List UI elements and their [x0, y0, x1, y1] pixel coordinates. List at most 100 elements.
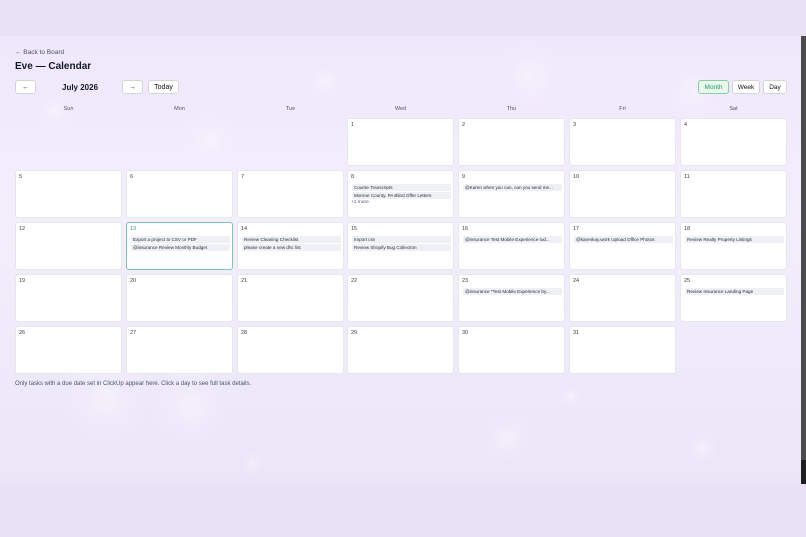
- day-cell[interactable]: 9 @Karen when you can, can you send me...: [458, 170, 565, 218]
- day-cell[interactable]: 23 @insurance *Test Mobile Experience by.…: [458, 274, 565, 322]
- task-chip[interactable]: please create a new dhc list: [242, 244, 341, 251]
- task-chip[interactable]: Review Realty Property Listings: [685, 236, 784, 243]
- day-number: 1: [351, 122, 355, 128]
- day-number: 17: [573, 226, 580, 232]
- weekday-label: Thu: [506, 106, 517, 112]
- day-number: 10: [573, 174, 580, 180]
- day-cell[interactable]: 20: [126, 274, 233, 322]
- day-cell[interactable]: 5: [15, 170, 122, 218]
- next-month-button[interactable]: →: [122, 80, 143, 94]
- month-view-button[interactable]: Month: [698, 80, 729, 94]
- day-cell[interactable]: 16 @insurance Test Mobile Experience tod.…: [458, 222, 565, 270]
- day-number: 23: [462, 278, 469, 284]
- day-number: 13: [130, 226, 137, 232]
- week-view-button[interactable]: Week: [732, 80, 760, 94]
- day-number: 12: [19, 226, 26, 232]
- background-decoration: [560, 386, 582, 408]
- day-cell[interactable]: 28: [237, 326, 344, 374]
- day-number: 21: [241, 278, 248, 284]
- day-cell[interactable]: 3: [569, 118, 676, 166]
- day-number: 11: [684, 174, 690, 180]
- day-cell[interactable]: 2: [458, 118, 565, 166]
- task-chip[interactable]: Course Transcripts: [352, 184, 451, 191]
- day-cell[interactable]: 19: [15, 274, 122, 322]
- day-number: 20: [130, 278, 137, 284]
- day-number: 14: [241, 226, 248, 232]
- day-cell[interactable]: 6: [126, 170, 233, 218]
- day-number: 8: [351, 174, 355, 180]
- day-cell[interactable]: 7: [237, 170, 344, 218]
- day-cell[interactable]: 13 Export a project to CSV or PDF @insuran…: [126, 222, 233, 270]
- task-chip[interactable]: @karenkay.work Upload Office Photos: [574, 236, 673, 243]
- day-number: 19: [19, 278, 26, 284]
- background-decoration: [180, 111, 240, 171]
- more-tasks-link[interactable]: +1 more: [351, 200, 369, 205]
- day-cell[interactable]: 18 Review Realty Property Listings: [680, 222, 787, 270]
- day-cell[interactable]: 1: [347, 118, 454, 166]
- task-chip[interactable]: Review Cleaning Checklist: [242, 236, 341, 243]
- day-cell[interactable]: 12: [15, 222, 122, 270]
- weekday-label: Sat: [729, 106, 738, 112]
- day-cell[interactable]: 21: [237, 274, 344, 322]
- day-number: 16: [462, 226, 469, 232]
- day-cell[interactable]: 15 Import csv Review Shopify Bug Collectio…: [347, 222, 454, 270]
- day-cell[interactable]: 14 Review Cleaning Checklist please create…: [237, 222, 344, 270]
- day-cell[interactable]: 31: [569, 326, 676, 374]
- task-chip[interactable]: Export a project to CSV or PDF: [131, 236, 230, 243]
- background-decoration: [300, 56, 350, 106]
- page-title: Eve — Calendar: [15, 61, 92, 72]
- day-number: 3: [573, 122, 577, 128]
- day-cell[interactable]: 4: [680, 118, 787, 166]
- prev-month-button[interactable]: ←: [15, 80, 36, 94]
- weekday-label: Tue: [285, 106, 296, 112]
- day-cell[interactable]: 17 @karenkay.work Upload Office Photos: [569, 222, 676, 270]
- day-number: 29: [351, 330, 358, 336]
- background-decoration: [150, 366, 230, 446]
- day-number: 18: [684, 226, 691, 232]
- task-chip[interactable]: @insurance Test Mobile Experience tod...: [463, 236, 562, 243]
- month-label: July 2026: [62, 83, 99, 92]
- task-chip[interactable]: Review Insurance Landing Page: [685, 288, 784, 295]
- day-cell[interactable]: 8 Course Transcripts Monroe County, PA Bli…: [347, 170, 454, 218]
- task-chip[interactable]: @Karen when you can, can you send me...: [463, 184, 562, 191]
- day-cell[interactable]: 29: [347, 326, 454, 374]
- task-chip[interactable]: @insurance *Test Mobile Experience by...: [463, 288, 562, 295]
- day-cell[interactable]: 25 Review Insurance Landing Page: [680, 274, 787, 322]
- day-cell[interactable]: 10: [569, 170, 676, 218]
- task-chip[interactable]: Review Shopify Bug Collection: [352, 244, 451, 251]
- day-cell[interactable]: 11: [680, 170, 787, 218]
- day-number: 31: [573, 330, 580, 336]
- day-view-button[interactable]: Day: [763, 80, 787, 94]
- day-number: 15: [351, 226, 358, 232]
- task-chip[interactable]: Import csv: [352, 236, 451, 243]
- day-cell[interactable]: 24: [569, 274, 676, 322]
- task-chip[interactable]: Monroe County, PA Blind Offer Letters: [352, 192, 451, 199]
- background-decoration: [240, 451, 265, 476]
- weekday-label: Mon: [174, 106, 185, 112]
- scrollbar[interactable]: [801, 36, 806, 484]
- day-number: 6: [130, 174, 134, 180]
- day-number: 30: [462, 330, 469, 336]
- day-number: 27: [130, 330, 137, 336]
- day-cell[interactable]: 30: [458, 326, 565, 374]
- today-button[interactable]: Today: [148, 80, 179, 94]
- day-number: 28: [241, 330, 248, 336]
- day-cell[interactable]: 26: [15, 326, 122, 374]
- scrollbar-thumb[interactable]: [801, 460, 806, 484]
- background-decoration: [685, 431, 720, 466]
- day-number: 24: [573, 278, 580, 284]
- day-number: 9: [462, 174, 466, 180]
- task-chip[interactable]: @insurance Review Monthly Budget: [131, 244, 230, 251]
- day-number: 26: [19, 330, 26, 336]
- day-number: 2: [462, 122, 466, 128]
- background-decoration: [490, 36, 570, 116]
- day-cell[interactable]: 27: [126, 326, 233, 374]
- day-cell[interactable]: 22: [347, 274, 454, 322]
- footer-note: Only tasks with a due date set in ClickU…: [15, 381, 252, 387]
- day-number: 22: [351, 278, 358, 284]
- day-number: 5: [19, 174, 23, 180]
- weekday-label: Wed: [394, 106, 407, 112]
- day-number: 4: [684, 122, 688, 128]
- weekday-label: Sun: [63, 106, 74, 112]
- back-to-board-link[interactable]: ← Back to Board: [15, 49, 64, 56]
